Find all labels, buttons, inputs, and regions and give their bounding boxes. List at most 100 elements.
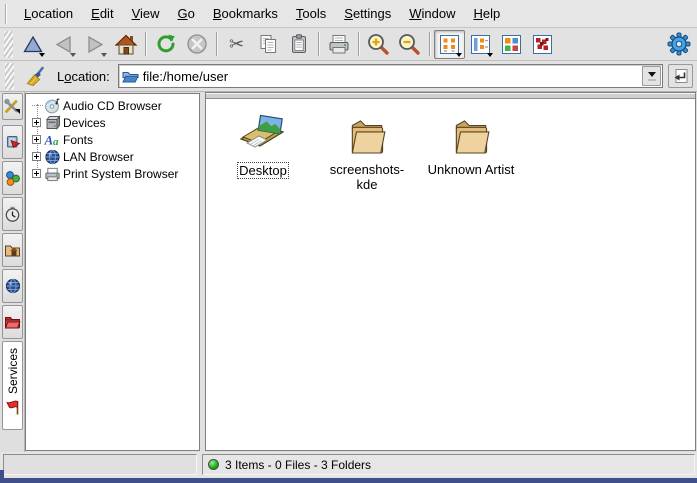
menubar-drag-handle[interactable]: [5, 4, 8, 24]
tree-item-audio-cd[interactable]: Audio CD Browser: [29, 97, 199, 114]
up-button[interactable]: [17, 30, 48, 59]
tree-item-label: LAN Browser: [63, 150, 137, 164]
text-view-button[interactable]: [527, 30, 558, 59]
zoom-in-button[interactable]: [363, 30, 394, 59]
menu-go[interactable]: Go: [169, 3, 204, 24]
back-dropdown-caret: [70, 53, 76, 57]
detailed-view-button[interactable]: [496, 30, 527, 59]
cut-icon: ✂: [229, 35, 244, 53]
tree-item-label: Fonts: [63, 133, 96, 147]
expand-plus-icon[interactable]: [32, 135, 41, 144]
toolbar-separator: [145, 32, 146, 56]
file-item-label[interactable]: Unknown Artist: [428, 162, 515, 177]
clear-location-broom-icon: [26, 66, 47, 87]
network-globe-icon: [5, 278, 21, 294]
menu-view[interactable]: View: [123, 3, 169, 24]
tree-item-label: Audio CD Browser: [63, 99, 165, 113]
home-icon: [114, 33, 138, 55]
menu-window[interactable]: Window: [400, 3, 464, 24]
sidebar-tab-home-folder[interactable]: [2, 233, 23, 267]
tree-item-devices[interactable]: Devices: [29, 114, 199, 131]
konqueror-window: Location Edit View Go Bookmarks Tools Se…: [0, 0, 697, 483]
go-button[interactable]: [668, 64, 693, 88]
location-toolbar-drag-handle[interactable]: [5, 63, 14, 90]
folder-icon: [449, 116, 493, 157]
forward-dropdown-caret: [101, 53, 107, 57]
tree-item-label: Print System Browser: [63, 167, 181, 181]
konqueror-logo-button[interactable]: [663, 30, 694, 59]
paste-icon: [288, 33, 310, 55]
file-item-label[interactable]: Desktop: [237, 162, 289, 179]
icon-view-icon: [439, 34, 460, 55]
applications-icon: [4, 170, 21, 187]
clear-location-button[interactable]: [23, 62, 49, 91]
dropdown-bar: [648, 79, 656, 81]
tree-item-print-system[interactable]: Print System Browser: [29, 165, 199, 182]
fonts-icon: A a: [44, 132, 61, 148]
menu-help[interactable]: Help: [465, 3, 510, 24]
back-button[interactable]: [48, 30, 79, 59]
toolbar-separator: [358, 32, 359, 56]
copy-button[interactable]: [252, 30, 283, 59]
menu-edit[interactable]: Edit: [82, 3, 122, 24]
icon-area[interactable]: Desktop screenshots-kde Unknown Artist: [206, 99, 695, 450]
print-system-icon: [44, 166, 61, 182]
forward-button[interactable]: [79, 30, 110, 59]
icon-view-button[interactable]: [434, 30, 465, 59]
expand-plus-icon[interactable]: [32, 169, 41, 178]
tree-item-lan-browser[interactable]: LAN Browser: [29, 148, 199, 165]
audio-cd-icon: [44, 98, 61, 114]
sidebar-configure-button[interactable]: [2, 93, 23, 120]
expand-plus-icon[interactable]: [32, 152, 41, 161]
file-item-unknown-artist[interactable]: Unknown Artist: [422, 107, 520, 177]
toolbar-separator: [318, 32, 319, 56]
icon-view-dropdown-caret: [456, 53, 462, 57]
file-item-screenshots-kde[interactable]: screenshots-kde: [318, 107, 416, 192]
home-button[interactable]: [110, 30, 141, 59]
sidebar-tab-bookmarks[interactable]: [2, 125, 23, 159]
sidebar-tab-root-folder[interactable]: [2, 305, 23, 339]
window-bottom-border: [0, 478, 697, 483]
location-toolbar: Location: file:/home/user: [0, 61, 697, 92]
menu-tools[interactable]: Tools: [287, 3, 335, 24]
file-item-label[interactable]: screenshots-kde: [324, 162, 410, 192]
menu-settings[interactable]: Settings: [335, 3, 400, 24]
expand-plus-icon[interactable]: [32, 118, 41, 127]
location-input[interactable]: file:/home/user: [143, 69, 228, 84]
stop-button[interactable]: [181, 30, 212, 59]
detailed-view-icon: [501, 34, 522, 55]
text-view-icon: [532, 34, 553, 55]
file-item-desktop[interactable]: Desktop: [214, 107, 312, 179]
reload-button[interactable]: [150, 30, 181, 59]
toolbar-separator: [216, 32, 217, 56]
go-arrow-icon: [672, 68, 689, 85]
desktop-folder-icon: [237, 111, 289, 157]
sidebar-tab-applications[interactable]: [2, 161, 23, 195]
forward-icon: [84, 34, 106, 55]
sidebar-tab-network[interactable]: [2, 269, 23, 303]
cut-button[interactable]: ✂: [221, 30, 252, 59]
active-view-led-icon: [208, 459, 219, 470]
print-button[interactable]: [323, 30, 354, 59]
paste-button[interactable]: [283, 30, 314, 59]
zoom-out-button[interactable]: [394, 30, 425, 59]
menu-bar: Location Edit View Go Bookmarks Tools Se…: [0, 0, 697, 28]
root-folder-icon: [4, 314, 21, 330]
up-dropdown-caret: [39, 53, 45, 57]
sidebar-tab-history[interactable]: [2, 197, 23, 231]
sidebar-status-segment: [3, 454, 197, 475]
location-combobox[interactable]: file:/home/user: [118, 64, 663, 88]
status-bar: 3 Items - 0 Files - 3 Folders: [0, 452, 697, 478]
home-folder-icon: [4, 242, 21, 258]
location-dropdown-button[interactable]: [642, 66, 661, 86]
sidebar-tab-services[interactable]: Services: [2, 341, 23, 430]
menu-location[interactable]: Location: [15, 3, 82, 24]
svg-text:a: a: [53, 136, 59, 148]
toolbar-drag-handle[interactable]: [4, 31, 13, 58]
tree-view-button[interactable]: [465, 30, 496, 59]
tree-item-fonts[interactable]: A a Fonts: [29, 131, 199, 148]
dropdown-arrow-icon: [648, 72, 656, 77]
tree-item-label: Devices: [63, 116, 109, 130]
menu-bookmarks[interactable]: Bookmarks: [204, 3, 287, 24]
configure-tools-icon: [4, 98, 21, 115]
